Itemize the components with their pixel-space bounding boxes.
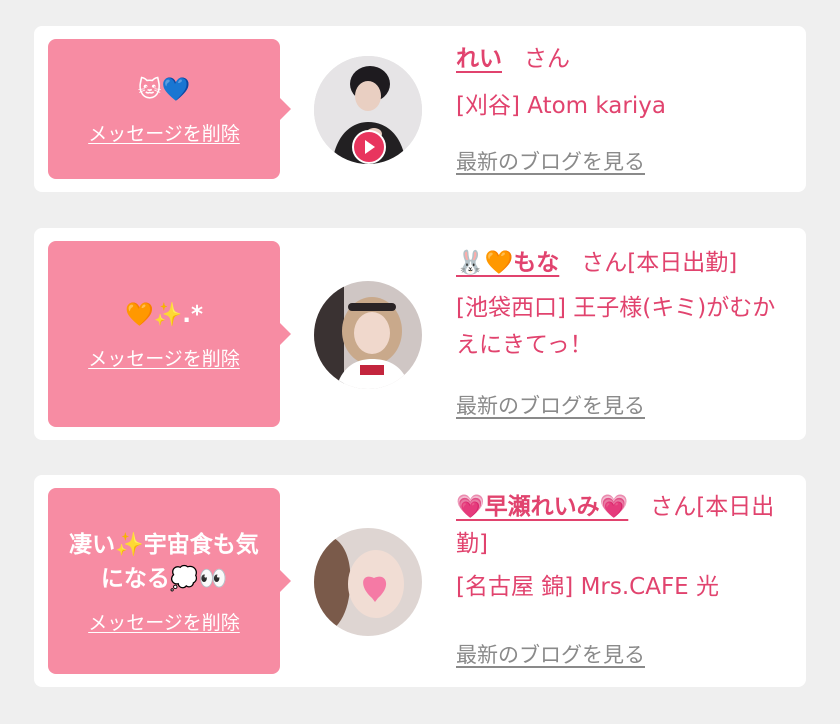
latest-blog-link[interactable]: 最新のブログを見る xyxy=(456,639,645,669)
name-row: 💗早瀬れいみ💗 さん[本日出勤] xyxy=(456,489,796,563)
cast-info: 💗早瀬れいみ💗 さん[本日出勤] [名古屋 錦] Mrs.CAFE 光 xyxy=(456,489,796,606)
cast-info: れい さん [刈谷] Atom kariya xyxy=(456,41,796,125)
message-card: 🐱💙 メッセージを削除 れい さん [刈谷] Atom kariya 最新のブログ… xyxy=(34,26,806,192)
message-text: 🧡✨.* xyxy=(124,301,204,328)
latest-blog-link[interactable]: 最新のブログを見る xyxy=(456,146,645,176)
shop-name: [名古屋 錦] Mrs.CAFE 光 xyxy=(456,574,720,600)
cast-name-link[interactable]: れい xyxy=(456,46,502,72)
avatar[interactable] xyxy=(314,56,422,164)
honorific: さん[本日出勤] xyxy=(581,250,738,276)
delete-message-link[interactable]: メッセージを削除 xyxy=(88,608,240,635)
message-bubble: 🧡✨.* メッセージを削除 xyxy=(48,241,291,427)
play-icon[interactable] xyxy=(352,130,386,164)
delete-message-link[interactable]: メッセージを削除 xyxy=(88,344,240,371)
avatar[interactable] xyxy=(314,281,422,389)
message-bubble: 凄い✨宇宙食も気になる💭👀 メッセージを削除 xyxy=(48,488,291,674)
shop-name: [刈谷] Atom kariya xyxy=(456,93,666,119)
message-card: 🧡✨.* メッセージを削除 🐰🧡もな さん[本日出勤] [池袋西口] 王子様(キミ… xyxy=(34,228,806,440)
cast-name-link[interactable]: 🐰🧡もな xyxy=(456,250,559,276)
name-row: れい さん xyxy=(456,41,796,78)
honorific: さん xyxy=(524,46,570,72)
avatar-photo xyxy=(314,528,422,636)
message-text: 凄い✨宇宙食も気になる💭👀 xyxy=(69,531,259,592)
message-text: 🐱💙 xyxy=(137,76,191,103)
shop-name: [池袋西口] 王子様(キミ)がむかえにきてっ！ xyxy=(456,295,776,358)
message-card: 凄い✨宇宙食も気になる💭👀 メッセージを削除 💗早瀬れいみ💗 さん[本日出勤] [… xyxy=(34,475,806,687)
message-bubble: 🐱💙 メッセージを削除 xyxy=(48,39,291,179)
delete-message-link[interactable]: メッセージを削除 xyxy=(88,119,240,146)
cast-name-link[interactable]: 💗早瀬れいみ💗 xyxy=(456,494,628,520)
name-row: 🐰🧡もな さん[本日出勤] xyxy=(456,245,796,282)
cast-info: 🐰🧡もな さん[本日出勤] [池袋西口] 王子様(キミ)がむかえにきてっ！ xyxy=(456,245,796,364)
avatar[interactable] xyxy=(314,528,422,636)
avatar-photo xyxy=(314,281,422,389)
latest-blog-link[interactable]: 最新のブログを見る xyxy=(456,390,645,420)
